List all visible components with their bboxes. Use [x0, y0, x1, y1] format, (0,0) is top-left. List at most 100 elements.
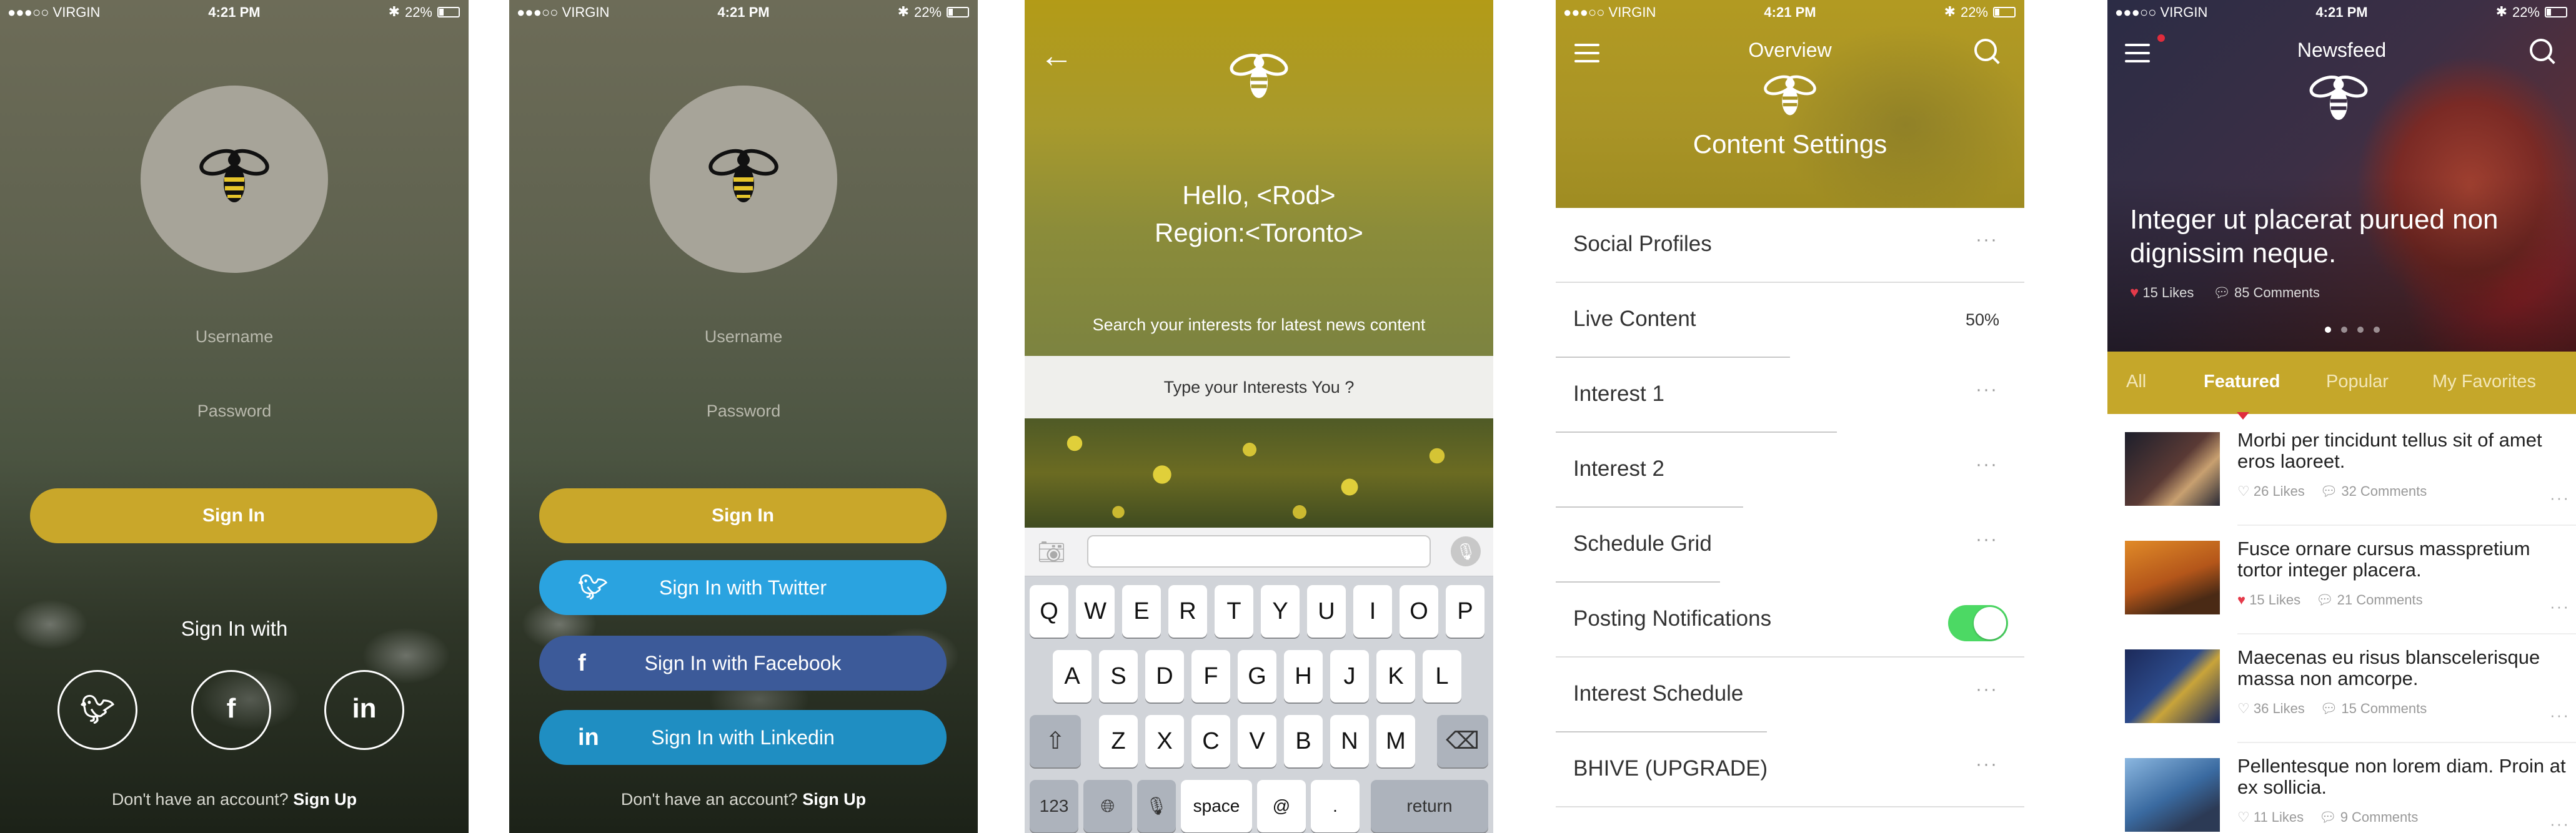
- key[interactable]: L: [1423, 650, 1461, 702]
- twitter-sign-in-button[interactable]: 🐦︎ Sign In with Twitter: [539, 560, 947, 615]
- thumbnail[interactable]: [2125, 432, 2220, 506]
- key[interactable]: E: [1122, 585, 1161, 638]
- key[interactable]: M: [1376, 715, 1415, 767]
- facebook-sign-in-button[interactable]: f Sign In with Facebook: [539, 636, 947, 691]
- tab-my-favorites[interactable]: My Favorites: [2432, 372, 2536, 392]
- sign-up-link[interactable]: Sign Up: [802, 790, 866, 809]
- more-icon[interactable]: ···: [2550, 814, 2570, 833]
- key[interactable]: W: [1076, 585, 1115, 638]
- item-title[interactable]: Fusce ornare cursus masspretium tortor i…: [2237, 538, 2569, 581]
- settings-item-bhive-upgrade[interactable]: BHIVE (UPGRADE) ···: [1556, 732, 2024, 807]
- list-item[interactable]: Fusce ornare cursus masspretium tortor i…: [2107, 528, 2576, 634]
- key[interactable]: G: [1238, 650, 1276, 702]
- list-item[interactable]: Morbi per tincidunt tellus sit of amet e…: [2107, 420, 2576, 526]
- more-icon[interactable]: ···: [2550, 706, 2570, 725]
- settings-item-interest-1[interactable]: Interest 1 ···: [1556, 358, 2024, 433]
- username-field[interactable]: [509, 327, 978, 347]
- linkedin-circle-button[interactable]: in: [324, 670, 404, 750]
- heart-icon[interactable]: ♡: [2237, 483, 2250, 499]
- item-title[interactable]: Maecenas eu risus blanscelerisque massa …: [2237, 647, 2569, 689]
- key[interactable]: N: [1330, 715, 1369, 767]
- password-input[interactable]: [109, 402, 359, 421]
- dot-key[interactable]: .: [1311, 780, 1360, 832]
- item-title[interactable]: Pellentesque non lorem diam. Proin at ex…: [2237, 756, 2569, 798]
- more-icon[interactable]: ···: [2550, 488, 2570, 508]
- thumbnail[interactable]: [2125, 758, 2220, 832]
- thumbnail[interactable]: [2125, 649, 2220, 723]
- tab-popular[interactable]: Popular: [2326, 372, 2389, 392]
- more-icon[interactable]: ···: [1976, 529, 1998, 550]
- key[interactable]: R: [1168, 585, 1207, 638]
- key[interactable]: S: [1099, 650, 1138, 702]
- sign-in-button[interactable]: Sign In: [30, 488, 437, 543]
- search-icon[interactable]: [2530, 39, 2556, 65]
- key[interactable]: O: [1400, 585, 1438, 638]
- space-key[interactable]: space: [1181, 780, 1252, 832]
- list-item[interactable]: Maecenas eu risus blanscelerisque massa …: [2107, 637, 2576, 743]
- sign-in-button[interactable]: Sign In: [539, 488, 947, 543]
- search-icon[interactable]: [1974, 39, 2001, 65]
- more-icon[interactable]: ···: [1976, 229, 1998, 250]
- password-input[interactable]: [619, 402, 868, 421]
- heart-icon[interactable]: ♡: [2237, 701, 2250, 716]
- shift-icon[interactable]: ⇧: [1030, 715, 1081, 767]
- hero-title[interactable]: Integer ut placerat purued non dignissim…: [2130, 203, 2555, 270]
- comment-icon[interactable]: 💬︎: [2316, 592, 2334, 608]
- key[interactable]: V: [1238, 715, 1276, 767]
- microphone-icon[interactable]: 🎙︎: [1451, 536, 1481, 566]
- settings-item-posting-notifications[interactable]: Posting Notifications: [1556, 583, 2024, 658]
- key[interactable]: Z: [1099, 715, 1138, 767]
- key[interactable]: J: [1330, 650, 1369, 702]
- key[interactable]: K: [1376, 650, 1415, 702]
- more-icon[interactable]: ···: [1976, 379, 1998, 400]
- tab-featured[interactable]: Featured: [2204, 372, 2280, 392]
- key[interactable]: Y: [1261, 585, 1300, 638]
- more-icon[interactable]: ···: [1976, 754, 1998, 775]
- more-icon[interactable]: ···: [2550, 597, 2570, 616]
- key[interactable]: F: [1191, 650, 1230, 702]
- username-field[interactable]: [0, 327, 469, 347]
- settings-item-schedule-grid[interactable]: Schedule Grid ···: [1556, 508, 2024, 583]
- key[interactable]: P: [1446, 585, 1484, 638]
- settings-item-live-content[interactable]: Live Content 50%: [1556, 283, 2024, 358]
- item-title[interactable]: Morbi per tincidunt tellus sit of amet e…: [2237, 430, 2569, 472]
- numbers-key[interactable]: 123: [1030, 780, 1078, 832]
- settings-item-interest-2[interactable]: Interest 2 ···: [1556, 433, 2024, 508]
- carousel-dots[interactable]: [2320, 325, 2385, 336]
- key[interactable]: A: [1053, 650, 1092, 702]
- more-icon[interactable]: ···: [1976, 454, 1998, 475]
- globe-icon[interactable]: 🌐︎: [1083, 780, 1132, 832]
- password-field[interactable]: [0, 402, 469, 421]
- key[interactable]: B: [1284, 715, 1323, 767]
- key[interactable]: C: [1191, 715, 1230, 767]
- message-field[interactable]: [1087, 535, 1431, 568]
- thumbnail[interactable]: [2125, 541, 2220, 614]
- interest-input[interactable]: Type your Interests You ?: [1025, 356, 1493, 418]
- username-input[interactable]: [619, 327, 868, 347]
- key[interactable]: I: [1353, 585, 1392, 638]
- heart-icon[interactable]: ♥: [2237, 592, 2245, 608]
- key[interactable]: D: [1145, 650, 1184, 702]
- at-key[interactable]: @: [1257, 780, 1306, 832]
- settings-item-interest-schedule[interactable]: Interest Schedule ···: [1556, 658, 2024, 732]
- heart-icon[interactable]: ♡: [2237, 809, 2250, 825]
- twitter-circle-button[interactable]: 🐦︎: [57, 670, 137, 750]
- settings-item-social-profiles[interactable]: Social Profiles ···: [1556, 208, 2024, 283]
- comment-icon[interactable]: 💬︎: [2320, 701, 2337, 716]
- key[interactable]: H: [1284, 650, 1323, 702]
- heart-icon[interactable]: ♥: [2130, 284, 2139, 301]
- backspace-icon[interactable]: ⌫: [1437, 715, 1488, 767]
- more-icon[interactable]: ···: [1976, 679, 1998, 700]
- linkedin-sign-in-button[interactable]: in Sign In with Linkedin: [539, 710, 947, 765]
- return-key[interactable]: return: [1371, 780, 1488, 832]
- tab-all[interactable]: All: [2126, 372, 2146, 392]
- comment-icon[interactable]: 💬︎: [2320, 483, 2337, 499]
- sign-up-link[interactable]: Sign Up: [293, 790, 357, 809]
- key[interactable]: Q: [1030, 585, 1068, 638]
- comment-icon[interactable]: 💬︎: [2213, 285, 2230, 300]
- key[interactable]: T: [1215, 585, 1253, 638]
- back-arrow-icon[interactable]: ←: [1040, 36, 1073, 75]
- key[interactable]: X: [1145, 715, 1184, 767]
- camera-icon[interactable]: 📷︎: [1037, 539, 1066, 565]
- facebook-circle-button[interactable]: f: [191, 670, 271, 750]
